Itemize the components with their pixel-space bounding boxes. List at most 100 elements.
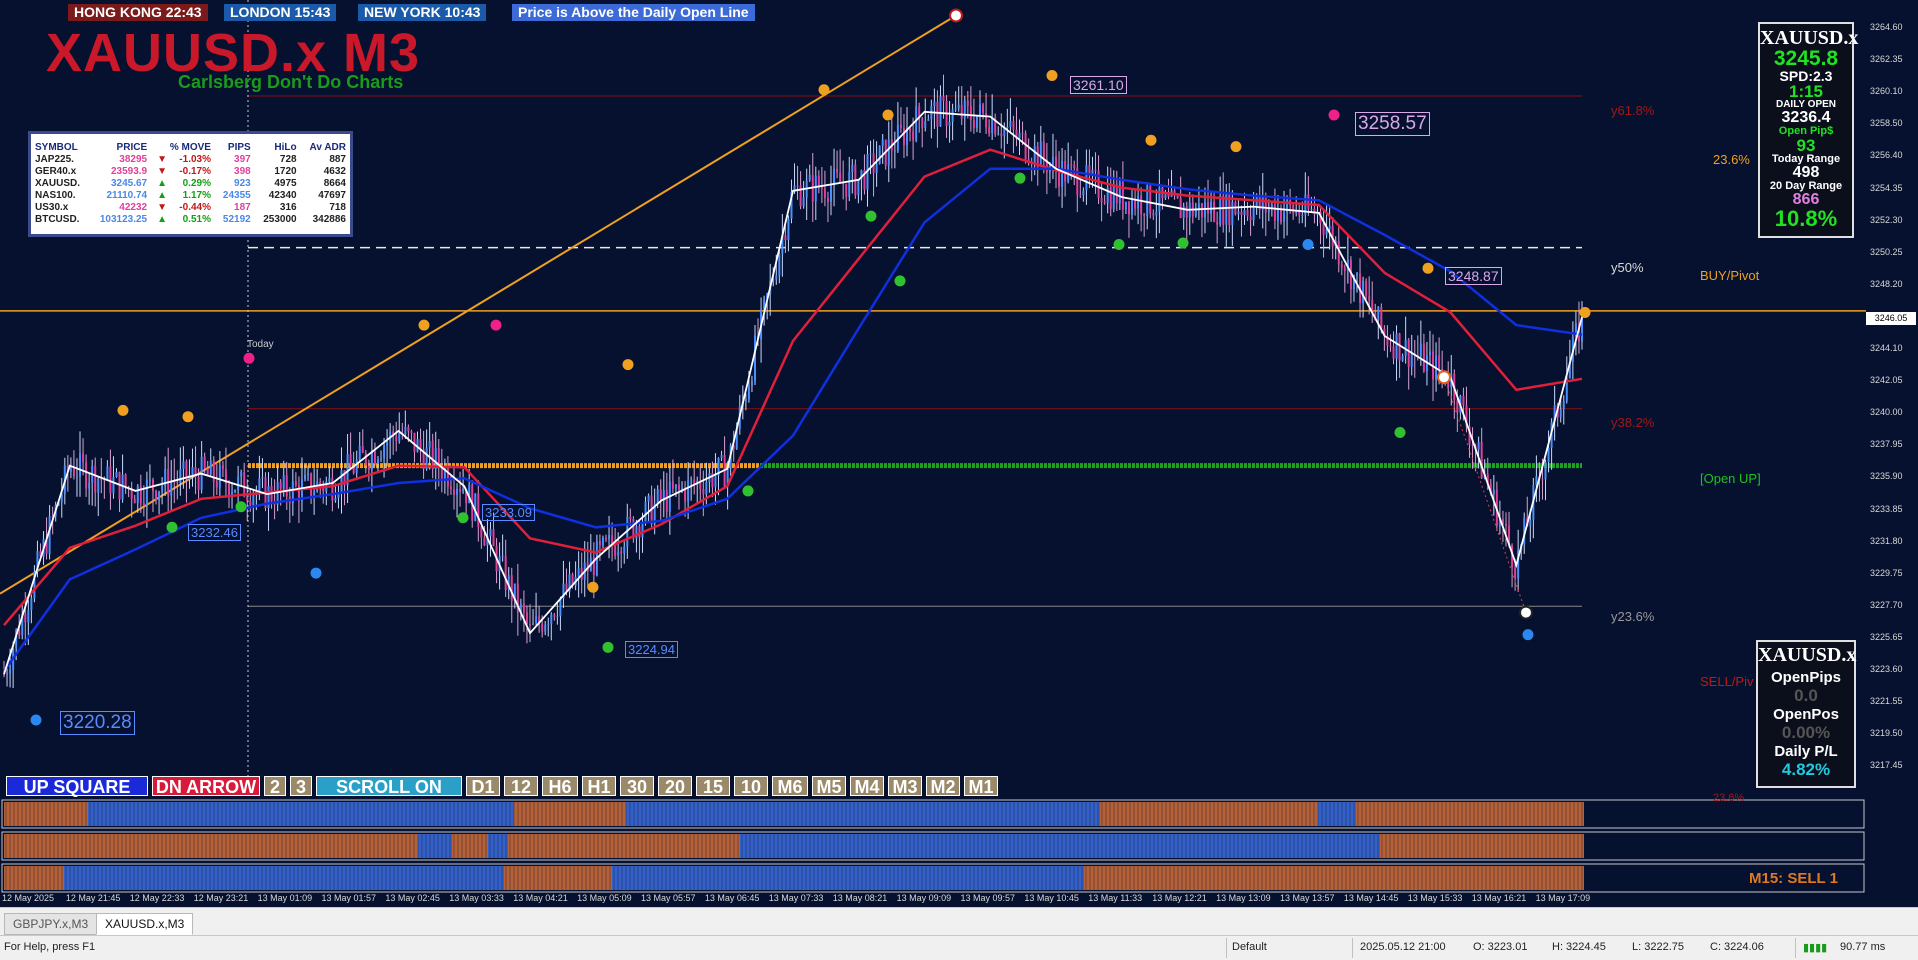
price-axis-tick: 3254.35 — [1870, 182, 1903, 193]
candle-body — [899, 124, 902, 128]
tab-xauusd[interactable]: XAUUSD.x,M3 — [96, 913, 194, 935]
candle-body — [541, 623, 544, 632]
candle-body — [1301, 215, 1304, 217]
candle-body — [1164, 194, 1167, 199]
candle-body — [750, 380, 753, 386]
candle-body — [620, 551, 623, 554]
candle-body — [206, 468, 209, 475]
symbol-table-row[interactable]: GER40.x 23593.9 ▼ -0.17% 398 1720 4632 — [31, 166, 350, 178]
candle-body — [1477, 442, 1480, 450]
time-axis-tick: 12 May 21:45 — [65, 893, 121, 903]
candle-body — [1143, 214, 1146, 216]
price-axis-tick: 3264.60 — [1870, 22, 1903, 32]
symbol-table-cell: 0.29% — [182, 178, 211, 189]
candle-body — [398, 432, 401, 442]
toolbar-button-m2[interactable]: M2 — [926, 776, 960, 797]
price-axis-tick: 3229.75 — [1870, 567, 1903, 578]
time-axis-tick: 13 May 01:09 — [257, 893, 313, 903]
toolbar-button-m6[interactable]: M6 — [772, 776, 808, 797]
candle-body — [142, 503, 145, 506]
candle-body — [830, 185, 833, 202]
chart-area[interactable]: HONG KONG 22:43 LONDON 15:43 NEW YORK 10… — [0, 0, 1918, 907]
price-axis-tick: 3240.00 — [1870, 407, 1903, 418]
candle-body — [522, 603, 525, 613]
candle-body — [1368, 296, 1371, 301]
swing-dot — [894, 275, 906, 287]
toolbar-button-scroll-on[interactable]: SCROLL ON — [316, 776, 462, 797]
candle-body — [79, 453, 82, 477]
symbol-table-cell: 397 — [234, 154, 251, 165]
candle-body — [258, 478, 261, 492]
status-ping: 90.77 ms — [1840, 941, 1886, 953]
candle-body — [1042, 141, 1045, 160]
candle-body — [182, 461, 185, 470]
symbol-table-row[interactable]: JAP225. 38295 ▼ -1.03% 397 728 887 — [31, 154, 350, 166]
time-axis-tick: 13 May 03:33 — [449, 893, 504, 903]
candle-body — [30, 598, 33, 611]
candle-body — [294, 481, 297, 486]
symbol-table-cell: ▲ — [157, 178, 167, 189]
swing-dot — [490, 319, 502, 331]
pl-open-pips-label: OpenPips — [1770, 669, 1841, 686]
time-axis-tick: 12 May 2025 — [2, 893, 55, 903]
symbol-table-row[interactable]: US30.x 42232 ▼ -0.44% 187 316 718 — [31, 202, 350, 214]
price-axis-tick: 3231.80 — [1870, 535, 1903, 546]
candle-body — [1428, 351, 1431, 356]
candle-body — [942, 96, 945, 101]
status-close: C: 3224.06 — [1710, 941, 1764, 953]
toolbar-button-dn-arrow[interactable]: DN ARROW — [152, 776, 260, 797]
toolbar-button-15[interactable]: 15 — [696, 776, 730, 797]
toolbar-button-10[interactable]: 10 — [734, 776, 768, 797]
toolbar-button-2[interactable]: 2 — [264, 776, 286, 797]
candle-body — [215, 481, 218, 488]
price-axis-tick: 3242.05 — [1870, 375, 1903, 386]
candle-body — [881, 139, 884, 147]
candle-body — [875, 163, 878, 174]
candle-body — [687, 480, 690, 502]
toolbar-button-h1[interactable]: H1 — [582, 776, 616, 797]
candle-body — [547, 624, 550, 626]
toolbar-button-3[interactable]: 3 — [290, 776, 312, 797]
candle-body — [489, 529, 492, 536]
candle-body — [747, 385, 750, 400]
toolbar-button-20[interactable]: 20 — [658, 776, 692, 797]
candle-body — [145, 479, 148, 506]
candle-body — [1094, 169, 1097, 171]
candle-body — [912, 131, 915, 141]
candle-body — [1167, 194, 1170, 197]
toolbar-button-12[interactable]: 12 — [504, 776, 538, 797]
symbol-table-cell: 4975 — [274, 178, 297, 189]
candle-body — [1176, 195, 1179, 199]
candle-body — [510, 575, 513, 602]
toolbar-button-m3[interactable]: M3 — [888, 776, 922, 797]
toolbar-button-m1[interactable]: M1 — [964, 776, 998, 797]
toolbar-button-h6[interactable]: H6 — [542, 776, 578, 797]
candle-body — [826, 197, 829, 202]
candle-body — [1462, 395, 1465, 406]
symbol-table-row[interactable]: BTCUSD. 103123.25 ▲ 0.51% 52192 253000 342886 — [31, 214, 350, 226]
candle-body — [1112, 184, 1115, 209]
info-percent: 10.8% — [1774, 206, 1838, 231]
toolbar-button-30[interactable]: 30 — [620, 776, 654, 797]
candle-body — [386, 441, 389, 446]
candle-body — [1200, 203, 1203, 218]
symbol-table-row[interactable]: XAUUSD. 3245.67 ▲ 0.29% 923 4975 8664 — [31, 178, 350, 190]
candle-body — [334, 498, 337, 501]
toolbar-button-d1[interactable]: D1 — [466, 776, 500, 797]
toolbar-button-m4[interactable]: M4 — [850, 776, 884, 797]
symbol-table-row[interactable]: NAS100. 21110.74 ▲ 1.17% 24355 42340 47697 — [31, 190, 350, 202]
trend-line-end-marker — [949, 8, 963, 23]
toolbar-button-up-square[interactable]: UP SQUARE — [6, 776, 148, 797]
candle-body — [1401, 355, 1404, 361]
info-timer: 1:15 — [1788, 82, 1824, 101]
toolbar-button-m5[interactable]: M5 — [812, 776, 846, 797]
trend-strip-segment — [508, 834, 740, 858]
target-marker — [1519, 605, 1533, 620]
candle-body — [285, 475, 288, 497]
candle-body — [1106, 187, 1109, 204]
candle-body — [456, 488, 459, 495]
pl-open-pips: 0.0 — [1794, 686, 1818, 705]
candle-body — [358, 446, 361, 460]
tab-gbpjpy[interactable]: GBPJPY.x,M3 — [4, 913, 98, 935]
candle-body — [1131, 198, 1134, 215]
